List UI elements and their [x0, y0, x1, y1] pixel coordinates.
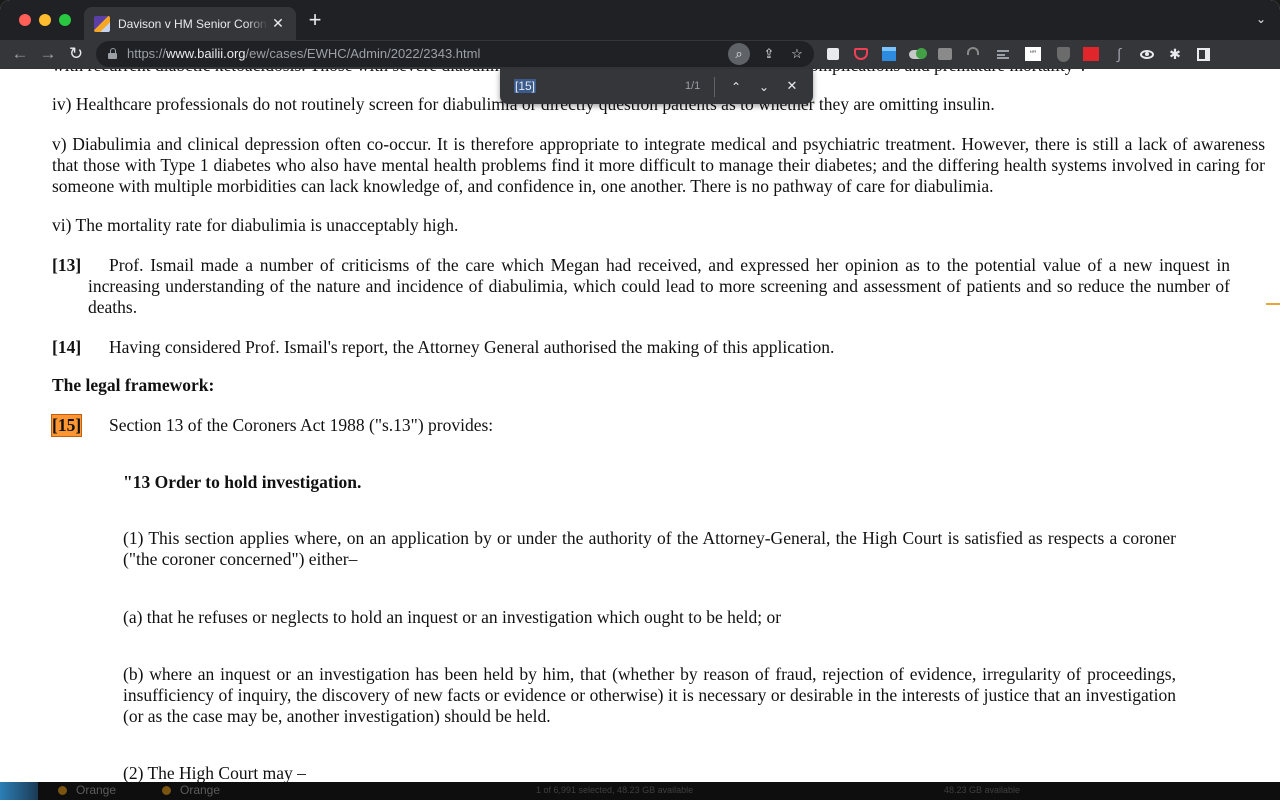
- lock-icon[interactable]: [108, 48, 117, 59]
- paragraph-14-number: [14]: [52, 337, 82, 357]
- find-query-text: [15]: [514, 79, 537, 93]
- paragraph-15: [15] Section 13 of the Coroners Act 1988…: [50, 414, 1230, 437]
- list-item-v: v) Diabulimia and clinical depression of…: [52, 134, 1265, 196]
- statute-title: "13 Order to hold investigation.: [123, 472, 362, 492]
- background-status-2: 48.23 GB available: [944, 785, 1021, 795]
- back-button[interactable]: ←: [8, 42, 32, 66]
- puzzle-extensions-icon[interactable]: ✱: [1166, 45, 1184, 63]
- paragraph-13-number: [13]: [52, 255, 82, 275]
- fullscreen-window-button[interactable]: [59, 14, 71, 26]
- eye-ext-icon[interactable]: [1138, 45, 1156, 63]
- find-input[interactable]: [15]: [514, 79, 674, 95]
- paragraph-14-text: Having considered Prof. Ismail's report,…: [109, 337, 835, 357]
- list-item-vi: vi) The mortality rate for diabulimia is…: [52, 215, 459, 235]
- zotero-icon[interactable]: ∫: [1110, 45, 1128, 63]
- tab-search-chevron-icon[interactable]: ⌄: [1256, 12, 1266, 26]
- toggle-ext-icon[interactable]: [908, 45, 927, 63]
- find-match-scroll-marker[interactable]: [1266, 303, 1280, 305]
- paragraph-14: [14] Having considered Prof. Ismail's re…: [52, 337, 1230, 358]
- find-match-count: 1/1: [685, 80, 701, 92]
- bailii-favicon-icon: [94, 15, 110, 32]
- document-page: with recurrent diabetic ketoacidosis. Th…: [0, 69, 1280, 782]
- ublock-icon[interactable]: [1054, 45, 1072, 63]
- find-divider: [714, 77, 715, 97]
- new-tab-button[interactable]: +: [304, 9, 326, 31]
- background-tag-2: Orange: [162, 783, 220, 797]
- briefcase-ext-icon[interactable]: [936, 45, 954, 63]
- side-panel-icon[interactable]: [1194, 45, 1212, 63]
- pocket-icon[interactable]: [852, 45, 870, 63]
- section-heading: The legal framework:: [52, 375, 215, 395]
- reload-button[interactable]: ↻: [64, 42, 88, 66]
- browser-toolbar: ← → ↻ https://www.bailii.org/ew/cases/EW…: [0, 40, 1280, 107]
- active-tab[interactable]: Davison v HM Senior Coroner for ✕: [84, 7, 296, 40]
- quote-ext-icon[interactable]: “”: [1024, 45, 1042, 63]
- url-path: /ew/cases/EWHC/Admin/2022/2343.html: [245, 46, 481, 61]
- share-icon[interactable]: ⇪: [758, 43, 780, 65]
- statute-clause-b: (b) where an inquest or an investigation…: [123, 664, 1176, 726]
- find-previous-icon[interactable]: ⌃: [726, 77, 746, 97]
- browser-window: Davison v HM Senior Coroner for ✕ + ⌄ ← …: [0, 0, 1280, 782]
- paragraph-15-text: Section 13 of the Coroners Act 1988 ("s.…: [109, 415, 494, 435]
- statute-clause-1: (1) This section applies where, on an ap…: [123, 528, 1176, 569]
- forward-button[interactable]: →: [36, 42, 60, 66]
- background-status-1: 1 of 6,991 selected, 48.23 GB available: [536, 785, 694, 795]
- statute-clause-a: (a) that he refuses or neglects to hold …: [123, 607, 782, 627]
- url-text[interactable]: https://www.bailii.org/ew/cases/EWHC/Adm…: [127, 46, 480, 61]
- tab-title: Davison v HM Senior Coroner for: [118, 16, 268, 31]
- folder-ext-icon[interactable]: [880, 45, 898, 63]
- paragraph-13: Prof. Ismail made a number of criticisms…: [52, 255, 1230, 318]
- paragraph-13-text: Prof. Ismail made a number of criticisms…: [88, 255, 1230, 317]
- bookmark-star-icon[interactable]: ☆: [786, 43, 808, 65]
- background-desktop: [0, 782, 38, 800]
- find-next-icon[interactable]: ⌄: [754, 77, 774, 97]
- close-window-button[interactable]: [19, 14, 31, 26]
- clock-ext-icon[interactable]: [964, 45, 982, 63]
- statute-clause-2: (2) The High Court may –: [123, 763, 306, 782]
- find-close-icon[interactable]: ✕: [782, 77, 802, 97]
- sidebar-ext-icon[interactable]: [824, 45, 842, 63]
- mendeley-icon[interactable]: [1082, 45, 1100, 63]
- tab-strip: Davison v HM Senior Coroner for ✕ + ⌄: [0, 0, 1280, 40]
- url-host: www.bailii.org: [166, 46, 246, 61]
- lines-ext-icon[interactable]: [994, 45, 1012, 63]
- background-tag-1: Orange: [58, 783, 116, 797]
- address-bar[interactable]: https://www.bailii.org/ew/cases/EWHC/Adm…: [96, 41, 814, 67]
- minimize-window-button[interactable]: [39, 14, 51, 26]
- find-bar: [15] 1/1 ⌃ ⌄ ✕: [500, 69, 813, 104]
- url-scheme: https://: [127, 46, 167, 61]
- tab-close-icon[interactable]: ✕: [270, 15, 286, 32]
- paragraph-15-number-find-match: [15]: [50, 414, 83, 437]
- find-in-page-icon[interactable]: ⌕: [728, 43, 750, 65]
